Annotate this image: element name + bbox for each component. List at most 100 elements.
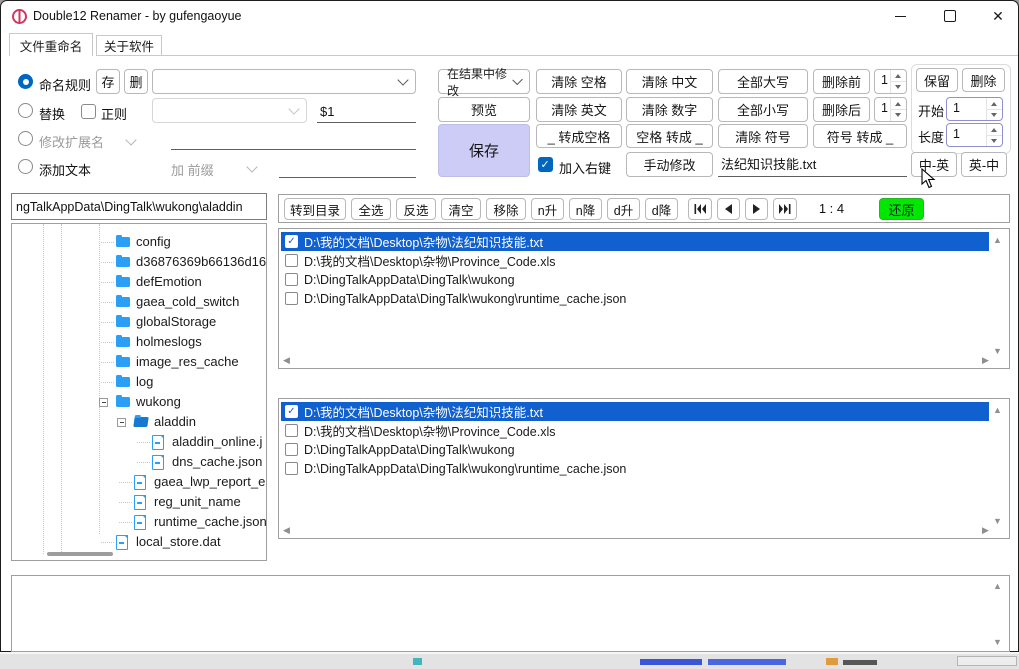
scroll-left-icon[interactable]: ◀	[283, 356, 290, 365]
spin-up-icon[interactable]	[891, 70, 906, 81]
tree-item-label[interactable]: gaea_lwp_report_e	[154, 474, 265, 489]
filename-field[interactable]: 法纪知识技能.txt	[718, 152, 907, 177]
tree-item[interactable]: globalStorage	[12, 312, 266, 332]
tree-item-label[interactable]: defEmotion	[136, 274, 202, 289]
invert-selection-button[interactable]: 反选	[396, 198, 436, 220]
replace-with-field[interactable]: $1	[317, 98, 416, 123]
date-asc-button[interactable]: d升	[607, 198, 640, 220]
delete-before-button[interactable]: 删除前	[813, 69, 870, 94]
tree-item-label[interactable]: aladdin	[154, 414, 196, 429]
scroll-right-icon[interactable]: ▶	[982, 526, 989, 535]
tree-item[interactable]: d36876369b66136d16	[12, 252, 266, 272]
tree-item[interactable]: aladdin_online.j	[12, 432, 266, 452]
context-menu-checkbox[interactable]	[538, 157, 553, 172]
file-row[interactable]: ✓D:\我的文档\Desktop\杂物\法纪知识技能.txt	[281, 232, 989, 251]
next-page-button[interactable]	[745, 198, 768, 220]
last-page-button[interactable]	[773, 198, 797, 220]
file-row[interactable]: D:\DingTalkAppData\DingTalk\wukong\runti…	[281, 459, 989, 478]
prev-page-button[interactable]	[717, 198, 740, 220]
tree-item-label[interactable]: aladdin_online.j	[172, 434, 262, 449]
spin-up-icon[interactable]	[987, 98, 1002, 109]
file-list-bottom[interactable]: ▲ ▼ ◀ ▶ ✓D:\我的文档\Desktop\杂物\法纪知识技能.txtD:…	[278, 398, 1010, 539]
scroll-up-icon[interactable]: ▲	[993, 406, 1002, 415]
delete-before-stepper[interactable]: 1	[874, 69, 907, 94]
start-stepper[interactable]: 1	[946, 97, 1003, 121]
save-button[interactable]: 保存	[438, 124, 530, 177]
folder-tree[interactable]: config d36876369b66136d16 defEmotion gaea_c…	[11, 223, 267, 561]
spin-down-icon[interactable]	[891, 109, 906, 121]
scroll-up-icon[interactable]: ▲	[993, 582, 1002, 591]
scroll-down-icon[interactable]: ▼	[993, 638, 1002, 647]
minimize-button[interactable]	[885, 1, 915, 31]
add-text-field[interactable]	[279, 153, 416, 178]
tree-item-label[interactable]: wukong	[136, 394, 181, 409]
file-row-checkbox[interactable]	[285, 424, 298, 437]
tree-item-label[interactable]: local_store.dat	[136, 534, 221, 549]
file-row[interactable]: D:\我的文档\Desktop\杂物\Province_Code.xls	[281, 421, 989, 440]
select-all-button[interactable]: 全选	[351, 198, 391, 220]
tree-item-label[interactable]: runtime_cache.json	[154, 514, 267, 529]
replace-find-combobox[interactable]	[152, 98, 307, 123]
scroll-down-icon[interactable]: ▼	[993, 347, 1002, 356]
regex-checkbox[interactable]	[81, 104, 96, 119]
restore-button[interactable]: 还原	[879, 198, 924, 220]
clear-english-button[interactable]: 清除 英文	[536, 97, 622, 122]
radio-replace[interactable]	[18, 103, 33, 118]
symbol-to-underscore-button[interactable]: 符号 转成 _	[813, 124, 907, 148]
tree-item-label[interactable]: log	[136, 374, 153, 389]
spin-down-icon[interactable]	[987, 109, 1002, 121]
tree-item-label[interactable]: gaea_cold_switch	[136, 294, 239, 309]
tree-item[interactable]: runtime_cache.json	[12, 512, 266, 532]
spin-up-icon[interactable]	[987, 124, 1002, 135]
tree-item-label[interactable]: config	[136, 234, 171, 249]
chevron-down-icon[interactable]	[246, 161, 257, 172]
clear-chinese-button[interactable]: 清除 中文	[626, 69, 713, 94]
rule-save-button[interactable]: 存	[96, 69, 120, 94]
clear-list-button[interactable]: 清空	[441, 198, 481, 220]
manual-edit-button[interactable]: 手动修改	[626, 152, 713, 177]
tree-item-label[interactable]: holmeslogs	[136, 334, 202, 349]
date-desc-button[interactable]: d降	[645, 198, 678, 220]
first-page-button[interactable]	[688, 198, 712, 220]
tree-collapse-icon[interactable]	[99, 398, 108, 407]
file-row[interactable]: D:\DingTalkAppData\DingTalk\wukong	[281, 440, 989, 459]
tree-horizontal-scrollbar[interactable]	[47, 552, 113, 556]
add-text-mode[interactable]: 加 前缀	[171, 160, 214, 179]
radio-add-text[interactable]	[18, 159, 33, 174]
scroll-down-icon[interactable]: ▼	[993, 517, 1002, 526]
scroll-up-icon[interactable]: ▲	[993, 236, 1002, 245]
close-button[interactable]: ✕	[983, 1, 1013, 31]
delete-button[interactable]: 删除	[962, 68, 1005, 92]
tree-item-label[interactable]: globalStorage	[136, 314, 216, 329]
file-row-checkbox[interactable]	[285, 292, 298, 305]
radio-naming-rule[interactable]	[18, 74, 33, 89]
tree-item[interactable]: gaea_lwp_report_e	[12, 472, 266, 492]
lowercase-button[interactable]: 全部小写	[718, 97, 808, 122]
file-row[interactable]: D:\DingTalkAppData\DingTalk\wukong	[281, 270, 989, 289]
file-row-checkbox[interactable]: ✓	[285, 405, 298, 418]
clear-digits-button[interactable]: 清除 数字	[626, 97, 713, 122]
maximize-button[interactable]	[935, 1, 965, 31]
spin-up-icon[interactable]	[891, 98, 906, 109]
tree-item[interactable]: local_store.dat	[12, 532, 266, 552]
delete-after-button[interactable]: 删除后	[813, 97, 870, 122]
tree-item[interactable]: holmeslogs	[12, 332, 266, 352]
underscore-to-space-button[interactable]: _ 转成空格	[536, 124, 622, 148]
file-row-checkbox[interactable]	[285, 273, 298, 286]
length-stepper[interactable]: 1	[946, 123, 1003, 147]
rule-combobox[interactable]	[152, 69, 416, 94]
tree-item[interactable]: log	[12, 372, 266, 392]
space-to-underscore-button[interactable]: 空格 转成 _	[626, 124, 713, 148]
clear-symbols-button[interactable]: 清除 符号	[718, 124, 808, 148]
scroll-left-icon[interactable]: ◀	[283, 526, 290, 535]
tree-item[interactable]: dns_cache.json	[12, 452, 266, 472]
file-row-checkbox[interactable]: ✓	[285, 235, 298, 248]
tree-item[interactable]: wukong	[12, 392, 266, 412]
file-row-checkbox[interactable]	[285, 443, 298, 456]
delete-after-stepper[interactable]: 1	[874, 97, 907, 122]
tree-item[interactable]: config	[12, 232, 266, 252]
keep-button[interactable]: 保留	[916, 68, 958, 92]
preview-button[interactable]: 预览	[438, 97, 530, 122]
uppercase-button[interactable]: 全部大写	[718, 69, 808, 94]
chevron-down-icon[interactable]	[125, 134, 136, 145]
